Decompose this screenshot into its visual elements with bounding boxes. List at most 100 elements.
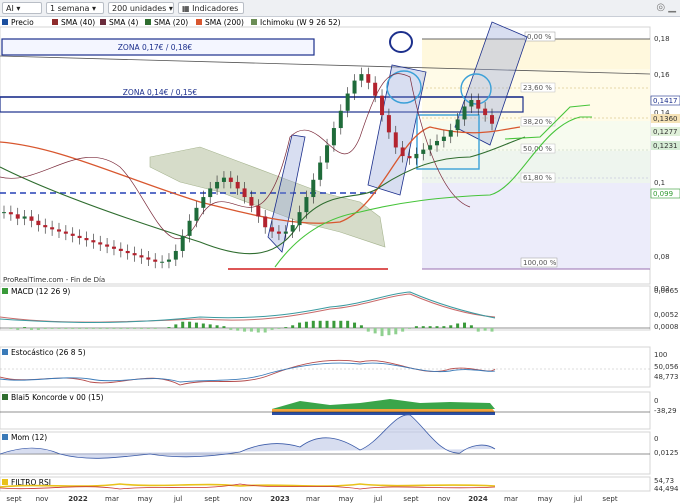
candle-body — [441, 136, 446, 141]
time-tick: jul — [573, 495, 582, 503]
candle-body — [166, 259, 171, 262]
candle-body — [43, 225, 48, 228]
candle-body — [15, 214, 20, 219]
chevron-down-icon: ▾ — [16, 4, 21, 13]
macd-bar — [133, 328, 137, 329]
time-tick: 2022 — [68, 495, 88, 503]
macd-bar — [311, 320, 315, 328]
zona-inf-label: ZONA 0,14€ / 0,15€ — [123, 88, 198, 97]
candle-body — [249, 197, 254, 206]
macd-bar — [57, 328, 61, 329]
candle-body — [414, 153, 419, 159]
period-selector[interactable]: 1 semana ▾ — [46, 2, 104, 14]
fibo-label-5: 100,00 % — [523, 259, 557, 267]
candle-body — [490, 115, 494, 124]
macd-bar — [36, 328, 40, 330]
macd-bar — [284, 327, 288, 328]
candle-body — [455, 119, 460, 131]
stoch-label: Estocástico (26 8 5) — [11, 348, 86, 357]
candle-body — [428, 145, 433, 150]
macd-bar — [43, 328, 47, 329]
macd-val-2: 0,0008 — [654, 323, 679, 331]
macd-label: MACD (12 26 9) — [11, 287, 70, 296]
macd-bar — [387, 328, 391, 336]
rsi-val-1: 44,494 — [654, 485, 679, 493]
chart-toolbar: AI ▾ 1 semana ▾ 200 unidades ▾ ▦ Indicad… — [0, 0, 680, 17]
time-tick: sept — [403, 495, 418, 503]
macd-bar — [256, 328, 260, 333]
candle-body — [311, 179, 316, 198]
macd-bar — [270, 328, 274, 330]
price-tick-4: 0,08 — [654, 253, 670, 261]
time-tick: mar — [105, 495, 119, 503]
window-controls: ◎ ▁ — [656, 2, 676, 13]
fibo-band-4 — [422, 183, 650, 269]
candle-body — [91, 240, 96, 243]
macd-bar — [421, 326, 425, 328]
legend-ichimoku: Ichimoku (W 9 26 52) — [260, 18, 341, 27]
time-tick: 2023 — [270, 495, 290, 503]
macd-bar — [243, 328, 247, 332]
candle-body — [352, 80, 357, 94]
main-legend: Precio SMA (40) SMA (4) SMA (20) SMA (20… — [2, 18, 341, 27]
fibo-label-1: 23,60 % — [523, 84, 552, 92]
candle-body — [393, 132, 398, 148]
candle-body — [366, 74, 371, 83]
candle-body — [50, 227, 55, 230]
candle-body — [276, 231, 281, 234]
time-tick: jul — [373, 495, 382, 503]
macd-bar — [98, 328, 102, 329]
candle-body — [139, 255, 144, 258]
indicators-icon: ▦ — [182, 4, 190, 13]
stoch-val-2: 48,773 — [654, 373, 679, 381]
legend-sma20-swatch — [145, 19, 151, 25]
mom-val-0: 0 — [654, 435, 658, 443]
time-tick: sept — [204, 495, 219, 503]
symbol-selector[interactable]: AI ▾ — [2, 2, 42, 14]
units-selector[interactable]: 200 unidades ▾ — [108, 2, 174, 14]
badge-2: 0,1277 — [653, 128, 678, 136]
macd-bar — [353, 322, 357, 328]
symbol-label: AI — [6, 4, 14, 13]
settings-icon[interactable]: ◎ — [656, 2, 665, 13]
candle-body — [173, 250, 178, 260]
fibo-band-0 — [422, 39, 650, 69]
macd-bar — [201, 323, 205, 328]
indicators-button[interactable]: ▦ Indicadores — [178, 2, 244, 14]
legend-sma4-swatch — [100, 19, 106, 25]
macd-bar — [139, 328, 143, 329]
candle-body — [338, 110, 343, 129]
candle-body — [201, 197, 206, 208]
candle-body — [125, 250, 130, 254]
candle-body — [400, 147, 405, 157]
candle-body — [435, 140, 440, 146]
macd-bar — [442, 326, 446, 328]
macd-bar — [263, 328, 267, 333]
candle-body — [469, 100, 474, 107]
macd-bar — [277, 328, 281, 329]
macd-bar — [456, 323, 460, 328]
macd-bar — [229, 328, 233, 330]
price-tick-0: 0,18 — [654, 35, 670, 43]
candle-body — [153, 259, 158, 262]
candle-body — [187, 220, 192, 236]
macd-bar — [291, 325, 295, 328]
legend-sma200-swatch — [196, 19, 202, 25]
rsi-val-0: 54,73 — [654, 477, 674, 485]
macd-bar — [222, 326, 226, 328]
candle-body — [8, 212, 13, 215]
period-label: 1 semana — [50, 4, 90, 13]
macd-bar — [84, 328, 88, 329]
macd-bar — [167, 327, 171, 328]
macd-bar — [366, 328, 370, 332]
macd-bar — [112, 328, 116, 329]
chart-canvas: Precio SMA (40) SMA (4) SMA (20) SMA (20… — [0, 18, 680, 503]
candle-body — [56, 229, 61, 232]
macd-bar — [23, 327, 27, 328]
macd-bar — [29, 328, 33, 330]
macd-bar — [339, 320, 343, 328]
candle-body — [208, 188, 213, 198]
chevron-down-icon: ▾ — [168, 4, 173, 13]
minimize-icon[interactable]: ▁ — [668, 2, 676, 13]
badge-3: 0,1231 — [653, 142, 678, 150]
